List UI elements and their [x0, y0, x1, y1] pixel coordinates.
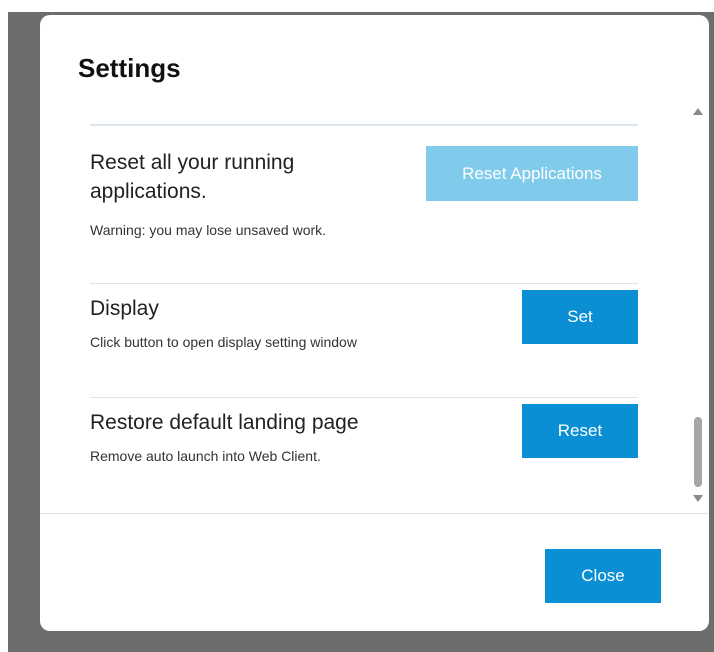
scroll-up-arrow-icon[interactable]	[693, 108, 703, 115]
dialog-title: Settings	[78, 53, 181, 83]
setting-row-landing-page: Restore default landing page Remove auto…	[90, 398, 638, 504]
scrollbar-thumb[interactable]	[694, 417, 702, 487]
setting-title: Display	[90, 297, 159, 320]
reset-applications-button[interactable]: Reset Applications	[426, 146, 638, 201]
reset-landing-page-button[interactable]: Reset	[522, 404, 638, 458]
setting-title: Restore default landing page	[90, 411, 359, 434]
setting-row-display: Display Click button to open display set…	[90, 284, 638, 397]
setting-description: Click button to open display setting win…	[90, 334, 357, 350]
footer-divider	[40, 513, 709, 514]
setting-description: Remove auto launch into Web Client.	[90, 448, 321, 464]
setting-row-reset-applications: Reset all your running applications. War…	[90, 124, 638, 269]
vertical-scrollbar[interactable]	[690, 105, 706, 505]
scroll-down-arrow-icon[interactable]	[693, 495, 703, 502]
setting-description: Warning: you may lose unsaved work.	[90, 222, 327, 238]
setting-title: Reset all your running applications.	[90, 151, 295, 203]
set-display-button[interactable]: Set	[522, 290, 638, 344]
settings-scroll-area: Reset all your running applications. War…	[90, 124, 638, 504]
close-button[interactable]: Close	[545, 549, 661, 603]
settings-dialog: Settings Reset all your running applicat…	[40, 15, 709, 631]
